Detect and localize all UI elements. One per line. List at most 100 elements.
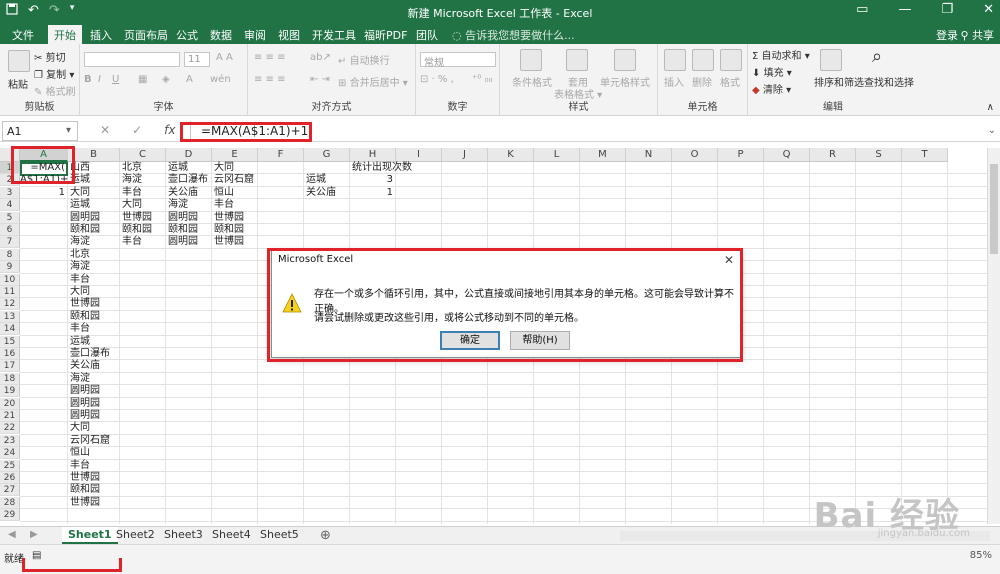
conditional-format-icon[interactable] <box>520 49 542 71</box>
cell-b15[interactable]: 运城 <box>68 336 120 348</box>
row-header-3[interactable]: 3 <box>0 186 20 199</box>
column-header-n[interactable]: N <box>626 148 672 162</box>
row-header-13[interactable]: 13 <box>0 310 20 323</box>
cell-c1[interactable]: 北京 <box>120 162 166 174</box>
cell-b27[interactable]: 颐和园 <box>68 484 120 496</box>
column-header-e[interactable]: E <box>212 148 258 162</box>
cell-c6[interactable]: 颐和园 <box>120 224 166 236</box>
cell-d3[interactable]: 关公庙 <box>166 187 212 199</box>
restore-icon[interactable]: ❐ <box>941 2 953 17</box>
zoom-level[interactable]: 85% <box>970 550 992 561</box>
cancel-icon[interactable]: ✕ <box>100 123 110 137</box>
row-header-19[interactable]: 19 <box>0 385 20 398</box>
orientation-icon[interactable]: ab↗ <box>310 52 331 63</box>
row-header-24[interactable]: 24 <box>0 447 20 460</box>
row-header-7[interactable]: 7 <box>0 236 20 249</box>
cell-h2[interactable]: 3 <box>350 174 396 186</box>
cell-e4[interactable]: 丰台 <box>212 199 258 211</box>
cell-b13[interactable]: 颐和园 <box>68 311 120 323</box>
share-button[interactable]: ⚲ 共享 <box>960 27 994 43</box>
tab-data[interactable]: 数据 <box>210 27 232 43</box>
cell-d4[interactable]: 海淀 <box>166 199 212 211</box>
cell-b8[interactable]: 北京 <box>68 249 120 261</box>
name-box-dropdown-icon[interactable]: ▾ <box>66 125 71 136</box>
tab-team[interactable]: 团队 <box>416 27 438 43</box>
number-format-combo[interactable]: 常规 <box>420 52 496 69</box>
tab-insert[interactable]: 插入 <box>90 27 112 43</box>
vertical-scrollbar[interactable] <box>987 148 1000 524</box>
decimal-icon[interactable]: ⁺⁰ ₀₀ <box>472 74 492 85</box>
cell-b19[interactable]: 圆明园 <box>68 385 120 397</box>
cell-e5[interactable]: 世博园 <box>212 212 258 224</box>
sort-filter-button[interactable]: 排序和筛选 <box>814 74 864 89</box>
cell-b20[interactable]: 圆明园 <box>68 398 120 410</box>
expand-formula-icon[interactable]: ⌄ <box>988 125 996 136</box>
collapse-ribbon-icon[interactable]: ∧ <box>987 102 994 113</box>
tab-foxit-pdf[interactable]: 福昕PDF <box>364 27 407 43</box>
cell-e7[interactable]: 世博园 <box>212 236 258 248</box>
sheet-tab-4[interactable]: Sheet4 <box>206 527 257 544</box>
column-header-r[interactable]: R <box>810 148 856 162</box>
column-header-l[interactable]: L <box>534 148 580 162</box>
tab-developer[interactable]: 开发工具 <box>312 27 356 43</box>
cell-d1[interactable]: 运城 <box>166 162 212 174</box>
fill-button[interactable]: ⬇ 填充 ▾ <box>752 64 792 79</box>
border-icon[interactable]: ▦ <box>138 74 147 85</box>
sort-filter-icon[interactable] <box>820 49 842 71</box>
format-cells-button[interactable]: 格式 <box>720 74 740 89</box>
close-icon[interactable]: ✕ <box>983 2 994 17</box>
cell-d7[interactable]: 圆明园 <box>166 236 212 248</box>
cell-e1[interactable]: 大同 <box>212 162 258 174</box>
row-header-17[interactable]: 17 <box>0 360 20 373</box>
row-header-9[interactable]: 9 <box>0 261 20 274</box>
cell-b14[interactable]: 丰台 <box>68 323 120 335</box>
row-header-4[interactable]: 4 <box>0 199 20 212</box>
row-header-18[interactable]: 18 <box>0 372 20 385</box>
ribbon-display-icon[interactable]: ▭ <box>856 2 868 17</box>
add-sheet-icon[interactable]: ⊕ <box>320 528 331 543</box>
cell-h3[interactable]: 1 <box>350 187 396 199</box>
row-header-6[interactable]: 6 <box>0 224 20 236</box>
cell-d2[interactable]: 壶口瀑布 <box>166 174 212 186</box>
cell-b9[interactable]: 海淀 <box>68 261 120 273</box>
column-header-j[interactable]: J <box>442 148 488 162</box>
cell-c2[interactable]: 海淀 <box>120 174 166 186</box>
cell-b11[interactable]: 大同 <box>68 286 120 298</box>
bold-icon[interactable]: B <box>84 74 92 85</box>
cell-e3[interactable]: 恒山 <box>212 187 258 199</box>
clear-button[interactable]: ◆ 清除 ▾ <box>752 81 791 96</box>
row-header-5[interactable]: 5 <box>0 211 20 224</box>
cell-c3[interactable]: 丰台 <box>120 187 166 199</box>
cut-button[interactable]: ✂ 剪切 <box>34 49 66 64</box>
row-header-14[interactable]: 14 <box>0 323 20 336</box>
row-header-8[interactable]: 8 <box>0 248 20 261</box>
cell-b24[interactable]: 恒山 <box>68 447 120 459</box>
font-size-combo[interactable]: 11 <box>184 52 210 67</box>
column-header-g[interactable]: G <box>304 148 350 162</box>
sheet-tab-3[interactable]: Sheet3 <box>158 527 209 544</box>
cell-a3[interactable]: 1 <box>20 187 68 199</box>
paste-icon[interactable] <box>8 50 30 72</box>
cell-e2[interactable]: 云冈石窟 <box>212 174 258 186</box>
row-header-20[interactable]: 20 <box>0 397 20 410</box>
grow-font-icon[interactable]: A A <box>216 52 233 63</box>
column-header-t[interactable]: T <box>902 148 948 162</box>
phonetic-icon[interactable]: wén <box>210 74 231 85</box>
column-header-p[interactable]: P <box>718 148 764 162</box>
column-header-d[interactable]: D <box>166 148 212 162</box>
cell-b6[interactable]: 颐和园 <box>68 224 120 236</box>
fill-color-icon[interactable]: ◈ <box>162 74 170 85</box>
cell-b18[interactable]: 海淀 <box>68 373 120 385</box>
table-format-icon[interactable] <box>566 49 588 71</box>
tab-formulas[interactable]: 公式 <box>176 27 198 43</box>
column-header-q[interactable]: Q <box>764 148 810 162</box>
cell-g3[interactable]: 关公庙 <box>304 187 350 199</box>
cell-c5[interactable]: 世博园 <box>120 212 166 224</box>
row-header-23[interactable]: 23 <box>0 434 20 447</box>
align-left-icon[interactable]: ≡ ≡ ≡ <box>254 74 286 85</box>
tab-page-layout[interactable]: 页面布局 <box>124 27 168 43</box>
cell-b16[interactable]: 壶口瀑布 <box>68 348 120 360</box>
prev-sheet-icon[interactable]: ◀ <box>8 529 16 540</box>
column-header-s[interactable]: S <box>856 148 902 162</box>
delete-cells-icon[interactable] <box>692 49 714 71</box>
